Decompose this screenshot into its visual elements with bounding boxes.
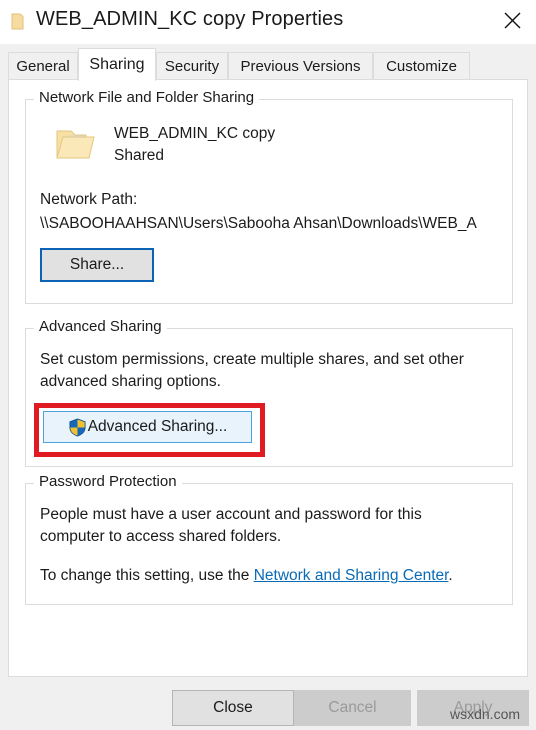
network-path-label: Network Path: — [40, 191, 138, 208]
folder-icon — [10, 13, 27, 31]
tab-sharing[interactable]: Sharing — [78, 48, 156, 81]
window-title: WEB_ADMIN_KC copy Properties — [36, 8, 344, 30]
network-and-sharing-center-link[interactable]: Network and Sharing Center — [254, 567, 449, 584]
dialog-footer: Close Cancel Apply — [0, 678, 536, 730]
close-button[interactable]: Close — [172, 690, 294, 726]
password-protection-description-line1: People must have a user account and pass… — [40, 506, 422, 523]
tab-strip: General Sharing Security Previous Versio… — [0, 44, 536, 81]
cancel-button: Cancel — [294, 690, 411, 726]
share-status: Shared — [114, 147, 164, 164]
watermark: wsxdn.com — [450, 706, 521, 722]
advanced-sharing-button-label: Advanced Sharing... — [87, 418, 228, 435]
shared-folder-name: WEB_ADMIN_KC copy — [114, 125, 276, 142]
properties-dialog: WEB_ADMIN_KC copy Properties General Sha… — [0, 0, 536, 730]
password-protection-description-line2: computer to access shared folders. — [40, 528, 282, 545]
title-bar: WEB_ADMIN_KC copy Properties — [0, 0, 536, 45]
tab-security[interactable]: Security — [156, 52, 228, 80]
folder-icon — [54, 125, 98, 163]
network-sharing-group-title: Network File and Folder Sharing — [34, 89, 260, 106]
sharing-tab-panel: Network File and Folder Sharing WEB_ADMI… — [8, 79, 528, 677]
tab-previous-versions[interactable]: Previous Versions — [228, 52, 373, 80]
advanced-sharing-description-line1: Set custom permissions, create multiple … — [40, 351, 464, 368]
advanced-sharing-highlight-box: Advanced Sharing... — [34, 403, 265, 457]
network-sharing-group: Network File and Folder Sharing WEB_ADMI… — [25, 89, 513, 304]
advanced-sharing-button[interactable]: Advanced Sharing... — [43, 411, 252, 443]
uac-shield-icon — [68, 417, 87, 437]
share-button[interactable]: Share... — [40, 248, 154, 282]
tab-customize[interactable]: Customize — [373, 52, 470, 80]
change-setting-text: To change this setting, use the Network … — [40, 565, 453, 587]
close-icon[interactable] — [488, 0, 536, 40]
password-protection-group-title: Password Protection — [34, 473, 182, 490]
password-protection-group: Password Protection People must have a u… — [25, 473, 513, 605]
change-setting-prefix: To change this setting, use the — [40, 567, 254, 584]
tab-general[interactable]: General — [8, 52, 78, 80]
network-path-value: \\SABOOHAAHSAN\Users\Sabooha Ahsan\Downl… — [40, 215, 477, 232]
advanced-sharing-description-line2: advanced sharing options. — [40, 373, 221, 390]
change-setting-suffix: . — [448, 567, 453, 584]
advanced-sharing-group-title: Advanced Sharing — [34, 318, 167, 335]
